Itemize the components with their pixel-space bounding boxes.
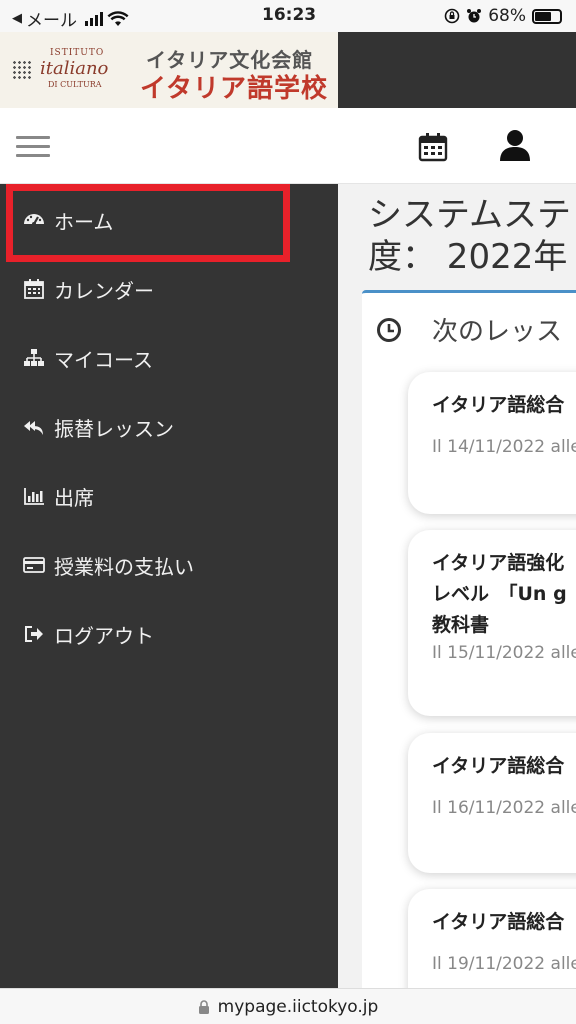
calendar-icon[interactable] [418, 132, 448, 162]
lesson-date: Il 16/11/2022 alle [432, 798, 576, 818]
url-text: mypage.iictokyo.jp [217, 996, 379, 1017]
sidebar: ホーム カレンダー マイコース 振替レッスン 出席 授業料の支払い ログアウト [0, 184, 338, 988]
panel-header: 次のレッス [376, 311, 562, 348]
hamburger-menu-button[interactable] [16, 136, 50, 158]
lesson-title-line2: レベル 「Un g [432, 583, 567, 605]
sidebar-item-attendance[interactable]: 出席 [0, 466, 338, 526]
sidebar-item-label: 振替レッスン [54, 416, 174, 441]
page-title: システムステ 度： 2022年 [368, 194, 576, 278]
lesson-card[interactable]: イタリア語総合 Il 16/11/2022 alle [408, 733, 576, 873]
lesson-title: イタリア語総合 [432, 394, 565, 416]
sign-out-icon [22, 622, 46, 646]
logo-jp-line2: イタリア語学校 [140, 74, 328, 104]
school-logo[interactable]: ISTITUTO italiano DI CULTURA イタリア文化会館 イタ… [0, 32, 338, 108]
lesson-title: イタリア語総合 [432, 755, 565, 777]
logo-latin: ISTITUTO italiano DI CULTURA [12, 42, 132, 98]
status-left[interactable]: ◀ メール [12, 6, 129, 31]
back-arrow-icon[interactable]: ◀ [12, 11, 22, 26]
clock-icon [377, 317, 401, 342]
site-header: ISTITUTO italiano DI CULTURA イタリア文化会館 イタ… [0, 32, 576, 108]
status-time: 16:23 [262, 5, 317, 25]
status-bar: ◀ メール 16:23 68% [0, 0, 576, 32]
wifi-icon [107, 10, 129, 26]
sidebar-item-calendar[interactable]: カレンダー [0, 259, 338, 319]
lesson-title-line3: 教科書 [432, 614, 490, 636]
toolbar [0, 108, 576, 184]
orientation-lock-icon [444, 8, 460, 24]
sidebar-item-label: 授業料の支払い [54, 554, 194, 579]
logo-latin-line2: italiano [40, 58, 109, 79]
sidebar-item-label: 出席 [54, 485, 94, 510]
lesson-title: イタリア語総合 [432, 911, 565, 933]
sidebar-item-makeup-lesson[interactable]: 振替レッスン [0, 397, 338, 457]
reply-all-icon [22, 415, 46, 439]
back-app-label[interactable]: メール [26, 6, 77, 31]
alarm-icon [467, 9, 482, 23]
lesson-date: Il 19/11/2022 alle [432, 954, 576, 974]
logo-latin-line3: DI CULTURA [48, 80, 102, 89]
sidebar-item-label: カレンダー [54, 278, 154, 303]
page-title-line2: 度： 2022年 [368, 237, 568, 277]
battery-percent: 68% [488, 6, 526, 26]
highlight-box [6, 184, 290, 262]
browser-url-bar[interactable]: mypage.iictokyo.jp [0, 988, 576, 1024]
signal-icon [85, 11, 103, 26]
main-content: システムステ 度： 2022年 次のレッス イタリア語総合 Il 14/11/2… [338, 184, 576, 988]
credit-card-icon [22, 553, 46, 577]
lesson-date: Il 14/11/2022 alle [432, 437, 576, 457]
sidebar-item-payment[interactable]: 授業料の支払い [0, 535, 338, 595]
bar-chart-icon [22, 484, 46, 508]
sitemap-icon [22, 346, 46, 370]
status-right: 68% [444, 6, 562, 26]
calendar-icon [22, 277, 46, 301]
sidebar-item-label: マイコース [54, 347, 153, 372]
page-title-line1: システムステ [368, 195, 571, 235]
battery-fill [535, 11, 552, 21]
lesson-card[interactable]: イタリア語強化 レベル 「Un g 教科書 Il 15/11/2022 alle [408, 530, 576, 716]
sidebar-item-logout[interactable]: ログアウト [0, 604, 338, 664]
lesson-card[interactable]: イタリア語総合 Il 19/11/2022 alle [408, 889, 576, 988]
sidebar-item-label: ログアウト [54, 623, 154, 648]
lesson-title: イタリア語強化 [432, 552, 565, 574]
lock-icon [198, 999, 209, 1014]
user-icon[interactable] [498, 128, 532, 162]
panel-title: 次のレッス [432, 317, 563, 347]
logo-latin-line1: ISTITUTO [50, 48, 105, 58]
logo-dots [12, 60, 32, 80]
lesson-card[interactable]: イタリア語総合 Il 14/11/2022 alle [408, 372, 576, 514]
sidebar-item-my-course[interactable]: マイコース [0, 328, 338, 388]
lesson-date: Il 15/11/2022 alle [432, 643, 576, 663]
next-lessons-panel: 次のレッス イタリア語総合 Il 14/11/2022 alle イタリア語強化… [362, 290, 576, 988]
battery-icon [532, 8, 562, 24]
